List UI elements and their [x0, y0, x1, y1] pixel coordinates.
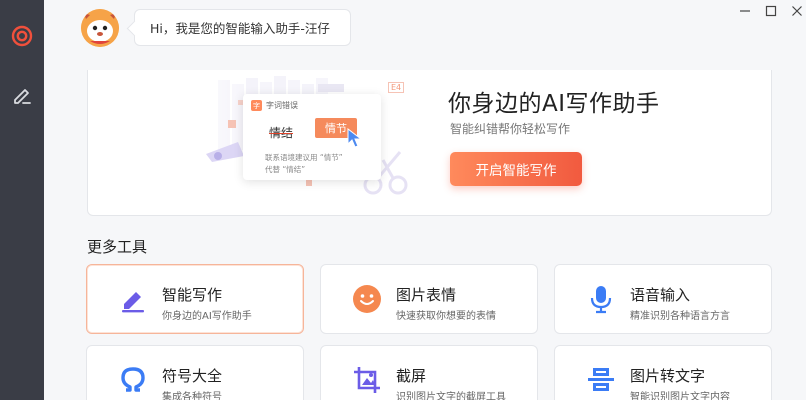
greeting-text: Hi，我是您的智能输入助手-汪仔: [150, 21, 330, 36]
microphone-icon: [585, 283, 617, 315]
demo-correction-card: 字 字词错误 情结 情节 联系语境建议用 “情节” 代替 “情结”: [243, 94, 381, 180]
demo-tag-icon: 字: [251, 100, 262, 111]
edit-pen-icon: [14, 89, 31, 104]
hero-banner: 字 字词错误 情结 情节 联系语境建议用 “情节” 代替 “情结” E4 你身边…: [87, 70, 772, 216]
dog-mascot-icon: [81, 9, 119, 47]
tool-name: 语音输入: [630, 286, 691, 304]
hero-subtitle: 智能纠错帮你轻松写作: [450, 122, 571, 136]
demo-tag: 字 字词错误: [251, 100, 298, 111]
tool-desc: 集成各种符号: [162, 392, 222, 400]
tool-screenshot[interactable]: 截屏 识别图片文字的截屏工具: [320, 345, 538, 400]
main-area: Hi，我是您的智能输入助手-汪仔 字 字词错误 情结 情节 联系语境建议用 “情…: [44, 0, 806, 400]
start-smart-writing-button[interactable]: 开启智能写作: [450, 152, 582, 186]
minimize-icon: [740, 10, 750, 12]
tool-symbols[interactable]: 符号大全 集成各种符号: [86, 345, 304, 400]
sidebar-target-button[interactable]: [6, 20, 38, 52]
demo-wrong-word: 情结: [269, 126, 294, 140]
tool-name: 截屏: [396, 367, 427, 385]
screenshot-icon: [351, 364, 383, 396]
tool-desc: 你身边的AI写作助手: [162, 311, 252, 322]
minimize-button[interactable]: [736, 3, 754, 19]
tool-smart-writing[interactable]: 智能写作 你身边的AI写作助手: [86, 264, 304, 334]
tool-name: 图片表情: [396, 286, 457, 304]
hero-title: 你身边的AI写作助手: [448, 91, 660, 117]
tool-desc: 快速获取你想要的表情: [396, 311, 496, 322]
tool-image-emoji[interactable]: 图片表情 快速获取你想要的表情: [320, 264, 538, 334]
tool-desc: 精准识别各种语言方言: [630, 311, 730, 322]
tool-name: 图片转文字: [630, 367, 706, 385]
omega-icon: [117, 364, 149, 396]
close-button[interactable]: [788, 3, 806, 19]
demo-note-line2: 代替 “情结”: [265, 165, 306, 174]
cursor-icon: [347, 128, 363, 148]
tool-voice-input[interactable]: 语音输入 精准识别各种语言方言: [554, 264, 772, 334]
more-tools-heading: 更多工具: [87, 238, 148, 256]
maximize-button[interactable]: [762, 3, 780, 19]
target-icon: [11, 25, 33, 47]
sidebar-writing-button[interactable]: [6, 79, 38, 111]
demo-tag-label: 字词错误: [266, 101, 298, 110]
pen-icon: [117, 283, 149, 315]
maximize-icon: [765, 5, 777, 17]
sidebar: [0, 0, 44, 400]
greeting-bubble: Hi，我是您的智能输入助手-汪仔: [134, 9, 351, 46]
tool-name: 智能写作: [162, 286, 223, 304]
smiley-icon: [351, 283, 383, 315]
tool-image-to-text[interactable]: 图片转文字 智能识别图片文字内容: [554, 345, 772, 400]
tool-desc: 识别图片文字的截屏工具: [396, 392, 506, 400]
assistant-avatar[interactable]: [81, 9, 119, 47]
tool-desc: 智能识别图片文字内容: [630, 392, 730, 400]
demo-note-line1: 联系语境建议用 “情节”: [265, 153, 343, 162]
demo-side-tag: E4: [388, 82, 405, 93]
ocr-scan-icon: [585, 364, 617, 396]
tool-name: 符号大全: [162, 367, 223, 385]
close-icon: [792, 6, 802, 16]
